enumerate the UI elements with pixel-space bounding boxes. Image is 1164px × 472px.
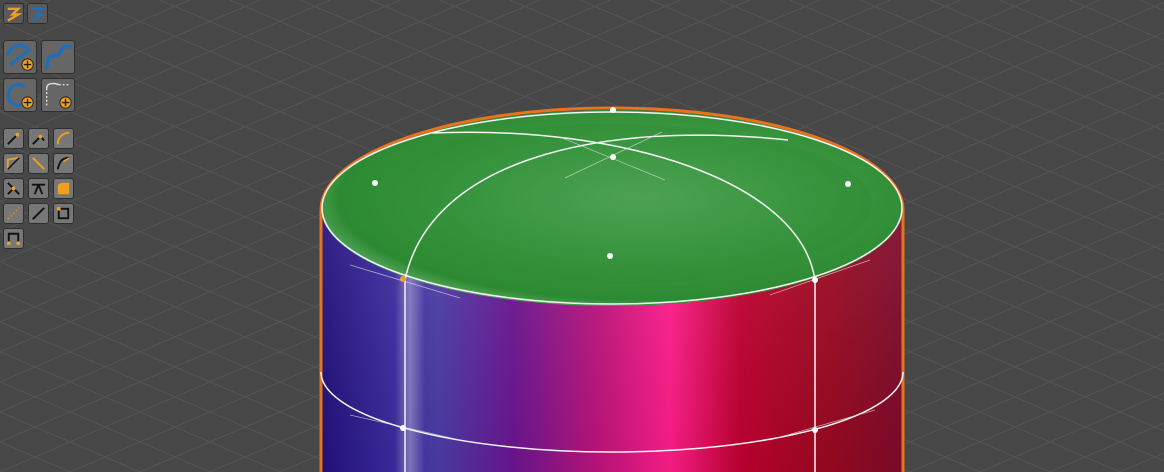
arc-tool[interactable] xyxy=(53,128,74,149)
bezier-point-add-tool[interactable] xyxy=(41,78,75,112)
diagonal-line-tool[interactable] xyxy=(28,203,49,224)
spline-point[interactable] xyxy=(610,107,616,113)
spline-point[interactable] xyxy=(812,427,818,433)
cut-point-tool[interactable] xyxy=(3,178,24,199)
top-face-shading xyxy=(352,124,872,284)
spline-tools-toolbar xyxy=(0,0,80,260)
spline-point[interactable] xyxy=(845,181,851,187)
spline-pen-add-tool[interactable] xyxy=(3,40,37,74)
fillet-tool[interactable] xyxy=(53,178,74,199)
spline-point[interactable] xyxy=(607,253,613,259)
bridge-tool[interactable] xyxy=(28,178,49,199)
cylinder-object[interactable] xyxy=(319,106,905,472)
square-select-tool[interactable] xyxy=(53,203,74,224)
blueprint-small-icon[interactable] xyxy=(27,3,48,24)
sequencer-small-icon[interactable] xyxy=(3,3,24,24)
spline-freehand-add-tool[interactable] xyxy=(41,40,75,74)
curve-tool[interactable] xyxy=(53,153,74,174)
spline-point[interactable] xyxy=(400,276,406,282)
3d-viewport[interactable] xyxy=(0,0,1164,472)
straight-line-tool[interactable] xyxy=(28,153,49,174)
move-point-tool[interactable] xyxy=(3,128,24,149)
spline-point[interactable] xyxy=(610,154,616,160)
bend-point-tool[interactable] xyxy=(3,153,24,174)
spline-point[interactable] xyxy=(372,180,378,186)
spline-point[interactable] xyxy=(400,425,406,431)
spline-point[interactable] xyxy=(812,277,818,283)
dotted-line-tool[interactable] xyxy=(3,203,24,224)
circle-add-tool[interactable] xyxy=(3,78,37,112)
connect-points-tool[interactable] xyxy=(3,228,24,249)
pivot-point-tool[interactable] xyxy=(28,128,49,149)
